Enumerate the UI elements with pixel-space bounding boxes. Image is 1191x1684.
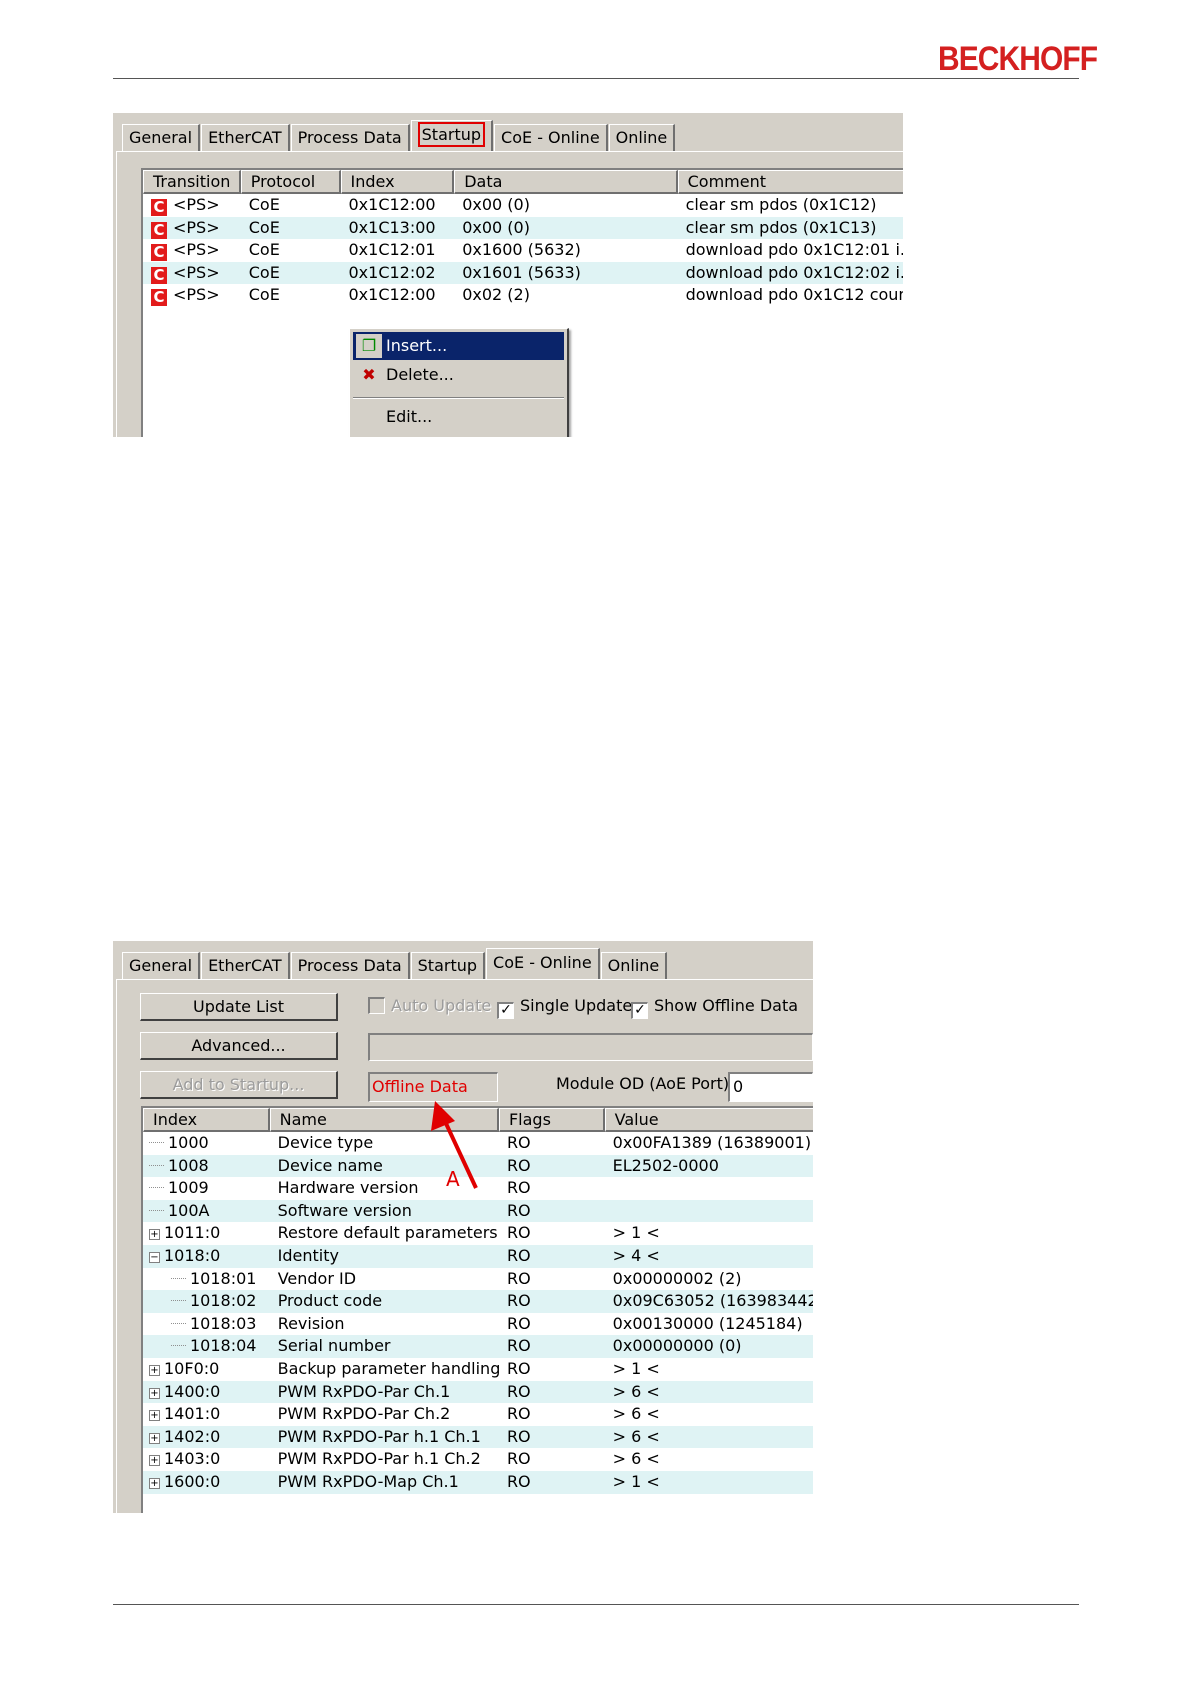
coe-command-icon: C <box>151 266 167 284</box>
tab-startup[interactable]: Startup <box>410 120 494 152</box>
protocol-cell: CoE <box>248 262 280 282</box>
protocol-cell: CoE <box>248 285 280 305</box>
transition-text: <PS> <box>173 262 220 282</box>
tab-strip: General EtherCAT Process Data Startup Co… <box>122 120 676 152</box>
header-rule <box>113 78 1079 79</box>
protocol-cell: CoE <box>248 240 280 260</box>
table-row[interactable]: C <PS> CoE 0x1C12:01 0x1600 (5632) download p… <box>143 239 903 262</box>
tab-general[interactable]: General <box>122 124 201 152</box>
table-row[interactable]: C <PS> CoE 0x1C12:00 0x02 (2) download pdo 0x… <box>143 284 903 307</box>
data-cell: 0x1600 (5632) <box>462 240 581 260</box>
data-cell: 0x02 (2) <box>462 285 530 305</box>
annotation-arrow <box>431 1101 478 1189</box>
tab-ethercat[interactable]: EtherCAT <box>201 124 290 152</box>
transition-cell: C <PS> <box>143 239 241 262</box>
context-menu: ❐ Insert... ✖ Delete... Edit... <box>349 328 569 437</box>
table-row[interactable]: C <PS> CoE 0x1C12:00 0x00 (0) clear sm pdos (… <box>143 194 903 217</box>
insert-icon: ❐ <box>356 334 382 358</box>
transition-cell: C <PS> <box>143 194 241 217</box>
comment-cell: download pdo 0x1C12:02 i... <box>685 262 903 282</box>
startup-rows: C <PS> CoE 0x1C12:00 0x00 (0) clear sm pdos (… <box>143 194 903 307</box>
transition-text: <PS> <box>173 217 220 237</box>
annotation-label: A <box>446 1167 460 1191</box>
menu-separator <box>353 397 564 399</box>
startup-tab-screenshot: General EtherCAT Process Data Startup Co… <box>113 113 903 437</box>
protocol-cell: CoE <box>248 195 280 214</box>
coe-command-icon: C <box>151 289 167 307</box>
comment-cell: clear sm pdos (0x1C13) <box>685 217 877 237</box>
coe-command-icon: C <box>151 221 167 239</box>
index-cell: 0x1C13:00 <box>348 217 436 237</box>
data-cell: 0x00 (0) <box>462 217 530 237</box>
transition-text: <PS> <box>173 195 220 214</box>
transition-text: <PS> <box>173 285 220 305</box>
comment-cell: download pdo 0x1C12 count <box>685 285 903 305</box>
tab-coe-online[interactable]: CoE - Online <box>494 124 608 152</box>
data-cell: 0x1601 (5633) <box>462 262 581 282</box>
transition-cell: C <PS> <box>143 262 241 285</box>
tab-startup-label: Startup <box>417 122 486 147</box>
tab-online[interactable]: Online <box>608 124 676 152</box>
delete-icon: ✖ <box>362 365 376 384</box>
coe-command-icon: C <box>151 244 167 262</box>
column-header-protocol[interactable]: Protocol <box>240 170 341 194</box>
column-header-comment[interactable]: Comment <box>677 170 903 194</box>
menu-item-insert[interactable]: ❐ Insert... <box>353 332 564 360</box>
coe-online-tab-screenshot: General EtherCAT Process Data Startup Co… <box>113 941 813 1513</box>
column-header-transition[interactable]: Transition <box>143 170 241 194</box>
column-header-index[interactable]: Index <box>340 170 455 194</box>
index-cell: 0x1C12:00 <box>348 195 436 214</box>
data-cell: 0x00 (0) <box>462 195 530 214</box>
transition-cell: C <PS> <box>143 217 241 240</box>
menu-item-edit[interactable]: Edit... <box>353 403 564 431</box>
arrow-head <box>431 1101 455 1131</box>
menu-item-delete[interactable]: ✖ Delete... <box>353 361 564 389</box>
index-cell: 0x1C12:00 <box>348 285 436 305</box>
transition-cell: C <PS> <box>143 284 241 307</box>
index-cell: 0x1C12:02 <box>348 262 436 282</box>
comment-cell: clear sm pdos (0x1C12) <box>685 195 877 214</box>
coe-command-icon: C <box>151 199 167 216</box>
beckhoff-logo: BECKHOFF <box>938 40 1098 78</box>
tab-process-data[interactable]: Process Data <box>290 124 410 152</box>
protocol-cell: CoE <box>248 217 280 237</box>
menu-item-edit-label: Edit... <box>386 407 433 426</box>
menu-item-delete-label: Delete... <box>386 365 454 384</box>
index-cell: 0x1C12:01 <box>348 240 436 260</box>
comment-cell: download pdo 0x1C12:01 i... <box>685 240 903 260</box>
startup-list-header: Transition Protocol Index Data Comment <box>143 170 903 194</box>
table-row[interactable]: C <PS> CoE 0x1C13:00 0x00 (0) clear sm pdos (… <box>143 216 903 240</box>
footer-rule <box>113 1604 1079 1605</box>
menu-item-insert-label: Insert... <box>386 336 448 355</box>
table-row[interactable]: C <PS> CoE 0x1C12:02 0x1601 (5633) download p… <box>143 261 903 285</box>
transition-text: <PS> <box>173 240 220 260</box>
column-header-data[interactable]: Data <box>454 170 678 194</box>
